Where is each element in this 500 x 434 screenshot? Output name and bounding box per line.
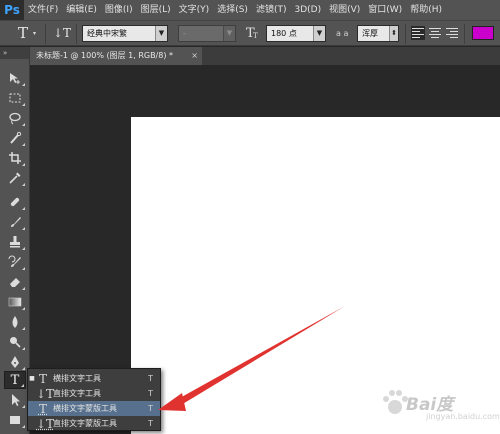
flyout-item-horizontal-type[interactable]: ■ T 横排文字工具 T	[28, 371, 160, 386]
align-left-icon[interactable]	[411, 26, 425, 40]
menu-image[interactable]: 图像(I)	[101, 0, 137, 20]
font-size-glyph-icon: TT	[246, 26, 258, 41]
toggle-text-orientation-icon[interactable]: ↓T	[53, 25, 71, 42]
menu-view[interactable]: 视图(V)	[325, 0, 364, 20]
selected-bullet-icon: ■	[29, 375, 35, 382]
path-selection-tool-icon[interactable]	[4, 391, 26, 409]
shortcut-key: T	[148, 404, 153, 413]
brush-tool-icon[interactable]	[4, 213, 26, 231]
font-style-value: -	[183, 29, 186, 38]
move-tool-icon[interactable]	[4, 69, 26, 87]
text-color-swatch[interactable]	[472, 26, 494, 40]
align-center-icon[interactable]	[428, 26, 442, 40]
vertical-type-icon: ↓T	[36, 386, 55, 401]
quick-selection-tool-icon[interactable]	[4, 129, 26, 147]
eyedropper-tool-icon[interactable]	[4, 169, 26, 187]
horizontal-type-tool-icon[interactable]: T	[4, 371, 26, 389]
font-size-value: 180 点	[271, 29, 297, 38]
align-right-icon[interactable]	[445, 26, 459, 40]
flyout-item-label: 直排文字蒙版工具	[53, 419, 117, 428]
preset-dropdown-icon[interactable]: ▾	[33, 25, 36, 42]
separator	[45, 24, 46, 44]
anti-alias-icon: a a	[336, 29, 349, 38]
gradient-tool-icon[interactable]	[4, 293, 26, 311]
tools-panel: » T	[0, 47, 30, 434]
shortcut-key: T	[148, 389, 153, 398]
options-bar: T ▾ ↓T 经典中宋繁 ▼ - ▼ TT 180 点 ▼ a a 浑厚 ⬍	[0, 20, 500, 46]
marquee-tool-icon[interactable]	[4, 89, 26, 107]
flyout-item-horizontal-type-mask[interactable]: T 横排文字蒙版工具 T	[28, 401, 160, 416]
shortcut-key: T	[148, 374, 153, 383]
separator	[76, 24, 77, 44]
vertical-type-mask-icon: ↓T	[36, 416, 55, 431]
chevron-down-icon: ▼	[223, 26, 235, 41]
menu-help[interactable]: 帮助(H)	[406, 0, 446, 20]
close-icon[interactable]: ×	[191, 47, 198, 65]
menu-file[interactable]: 文件(F)	[24, 0, 62, 20]
font-size-icon: TT	[245, 25, 259, 42]
photoshop-logo[interactable]: Ps	[0, 0, 24, 20]
rectangle-tool-icon[interactable]	[4, 411, 26, 429]
document-tab-bar: 未标题-1 @ 100% (图层 1, RGB/8) * ×	[30, 47, 500, 65]
svg-text:T: T	[253, 32, 258, 39]
menu-bar: Ps 文件(F) 编辑(E) 图像(I) 图层(L) 文字(Y) 选择(S) 滤…	[0, 0, 500, 20]
font-size-dropdown[interactable]: 180 点 ▼	[266, 25, 326, 42]
menu-3d[interactable]: 3D(D)	[290, 0, 325, 20]
chevron-updown-icon: ⬍	[389, 26, 398, 41]
text-tool-preset-icon[interactable]: T	[18, 25, 28, 42]
font-style-dropdown[interactable]: - ▼	[178, 25, 236, 42]
flyout-item-vertical-type[interactable]: ↓T 直排文字工具 T	[28, 386, 160, 401]
blur-tool-icon[interactable]	[4, 313, 26, 331]
menu-type[interactable]: 文字(Y)	[175, 0, 214, 20]
font-family-value: 经典中宋繁	[87, 29, 127, 38]
type-tool-flyout: ■ T 横排文字工具 T ↓T 直排文字工具 T T 横排文字蒙版工具 T ↓T…	[27, 368, 161, 431]
menu-window[interactable]: 窗口(W)	[364, 0, 406, 20]
document-tab-title: 未标题-1 @ 100% (图层 1, RGB/8) *	[36, 51, 174, 60]
menu-layer[interactable]: 图层(L)	[137, 0, 175, 20]
menu-filter[interactable]: 滤镜(T)	[252, 0, 291, 20]
separator	[405, 24, 406, 44]
flyout-item-label: 直排文字工具	[53, 389, 101, 398]
menu-select[interactable]: 选择(S)	[213, 0, 252, 20]
flyout-item-label: 横排文字蒙版工具	[53, 404, 117, 413]
clone-stamp-tool-icon[interactable]	[4, 233, 26, 251]
flyout-item-label: 横排文字工具	[53, 374, 101, 383]
chevron-down-icon: ▼	[155, 26, 167, 41]
menu-edit[interactable]: 编辑(E)	[62, 0, 101, 20]
crop-tool-icon[interactable]	[4, 149, 26, 167]
anti-alias-value: 浑厚	[362, 29, 378, 38]
horizontal-type-icon: T	[38, 371, 47, 386]
font-family-dropdown[interactable]: 经典中宋繁 ▼	[82, 25, 168, 42]
shortcut-key: T	[148, 419, 153, 428]
dodge-tool-icon[interactable]	[4, 333, 26, 351]
anti-alias-dropdown[interactable]: 浑厚 ⬍	[357, 25, 399, 42]
healing-brush-tool-icon[interactable]	[4, 193, 26, 211]
pen-tool-icon[interactable]	[4, 353, 26, 371]
separator	[464, 24, 465, 44]
flyout-item-vertical-type-mask[interactable]: ↓T 直排文字蒙版工具 T	[28, 416, 160, 431]
chevron-down-icon: ▼	[313, 26, 325, 41]
watermark-subtext: jingyan.baidu.com	[426, 412, 500, 421]
lasso-tool-icon[interactable]	[4, 109, 26, 127]
baidu-watermark: Bai度 jingyan.baidu.com	[380, 382, 500, 428]
history-brush-tool-icon[interactable]	[4, 253, 26, 271]
document-tab[interactable]: 未标题-1 @ 100% (图层 1, RGB/8) * ×	[30, 47, 202, 65]
eraser-tool-icon[interactable]	[4, 273, 26, 291]
collapse-panel-icon[interactable]: »	[0, 47, 29, 59]
horizontal-type-mask-icon: T	[38, 401, 47, 416]
